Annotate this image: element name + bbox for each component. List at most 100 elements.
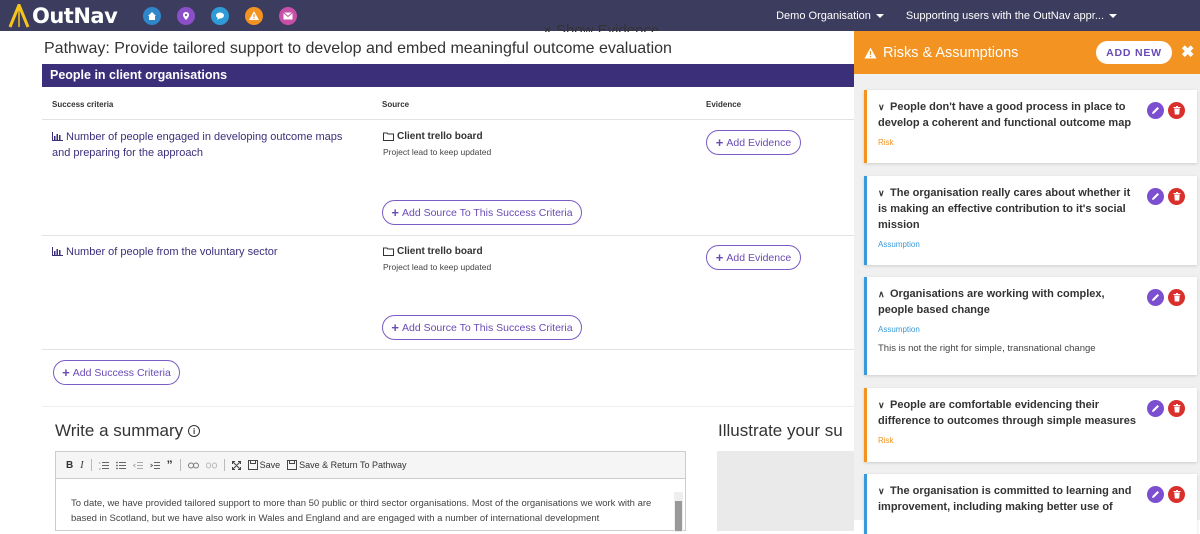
success-criteria-item[interactable]: Number of people engaged in developing o… xyxy=(52,129,362,161)
card-title-text: People are comfortable evidencing their … xyxy=(878,399,1136,427)
toolbar-divider xyxy=(90,459,92,471)
bold-button[interactable]: B xyxy=(66,460,73,471)
warning-icon[interactable] xyxy=(245,6,264,25)
card-title[interactable]: ∨ The organisation really cares about whe… xyxy=(878,185,1140,233)
divider xyxy=(42,235,854,236)
assumption-card[interactable]: ∧ Organisations are working with complex,… xyxy=(864,277,1197,375)
page-title: Pathway: Provide tailored support to dev… xyxy=(44,40,672,57)
mail-icon[interactable] xyxy=(279,6,298,25)
card-title[interactable]: ∧ Organisations are working with complex,… xyxy=(878,286,1140,318)
project-dropdown-label: Supporting users with the OutNav appr... xyxy=(905,9,1104,22)
column-header-criteria: Success criteria xyxy=(52,100,114,109)
summary-title: Write a summary i xyxy=(55,421,201,441)
chat-icon[interactable] xyxy=(211,6,230,25)
toolbar-divider xyxy=(179,459,181,471)
add-success-criteria-button[interactable]: + Add Success Criteria xyxy=(53,360,180,385)
chevron-down-icon: ∨ xyxy=(878,486,885,496)
summary-editor[interactable]: B I 12 ” Save Save & Return To Pathway T… xyxy=(55,451,686,532)
chevron-down-icon: ∨ xyxy=(878,400,885,410)
risk-card[interactable]: ∨ People are comfortable evidencing their… xyxy=(864,388,1197,462)
bullet-list-icon[interactable] xyxy=(115,461,126,470)
illustration-area[interactable] xyxy=(717,451,854,531)
source-name[interactable]: Client trello board xyxy=(383,131,483,142)
quote-icon[interactable]: ” xyxy=(167,458,173,472)
scrollbar-thumb[interactable] xyxy=(675,501,682,531)
source-name[interactable]: Client trello board xyxy=(383,246,483,257)
add-source-label: Add Source To This Success Criteria xyxy=(401,206,573,219)
delete-icon[interactable] xyxy=(1168,289,1185,306)
save-button[interactable]: Save xyxy=(247,460,281,470)
add-evidence-button[interactable]: + Add Evidence xyxy=(706,245,801,270)
add-evidence-label: Add Evidence xyxy=(726,251,792,264)
add-source-button[interactable]: + Add Source To This Success Criteria xyxy=(382,200,582,225)
outdent-icon[interactable] xyxy=(132,461,143,470)
unlink-icon[interactable] xyxy=(205,462,217,469)
editor-scrollbar[interactable] xyxy=(674,492,683,532)
source-name-text: Client trello board xyxy=(397,246,483,257)
assumption-card[interactable]: ∨ The organisation is committed to learni… xyxy=(864,474,1197,534)
edit-icon[interactable] xyxy=(1147,289,1164,306)
organisation-dropdown[interactable]: Demo Organisation xyxy=(776,10,884,22)
summary-text[interactable]: To date, we have provided tailored suppo… xyxy=(56,479,671,526)
source-note: Project lead to keep updated xyxy=(383,262,492,272)
assumption-card[interactable]: ∨ The organisation really cares about whe… xyxy=(864,176,1197,265)
risk-card[interactable]: ∨ People don't have a good process in pla… xyxy=(864,90,1197,163)
info-icon[interactable]: i xyxy=(188,425,201,437)
add-evidence-button[interactable]: + Add Evidence xyxy=(706,130,801,155)
italic-button[interactable]: I xyxy=(80,460,83,471)
card-description: This is not the right for simple, transn… xyxy=(878,343,1096,354)
outcome-table-header: People in client organisations xyxy=(42,64,854,87)
card-title[interactable]: ∨ People are comfortable evidencing their… xyxy=(878,397,1140,429)
home-icon[interactable] xyxy=(143,6,162,25)
card-title-text: Organisations are working with complex, … xyxy=(878,288,1105,316)
numbered-list-icon[interactable]: 12 xyxy=(99,461,109,470)
edit-icon[interactable] xyxy=(1147,486,1164,503)
svg-text:2: 2 xyxy=(99,467,101,470)
source-note: Project lead to keep updated xyxy=(383,147,492,157)
project-dropdown[interactable]: Supporting users with the OutNav appr... xyxy=(906,10,1117,22)
close-icon: × xyxy=(543,22,556,32)
column-header-source: Source xyxy=(382,100,410,109)
chevron-down-icon xyxy=(1109,13,1117,18)
outnav-logo[interactable]: OutNav xyxy=(8,3,118,28)
link-icon[interactable] xyxy=(187,462,199,469)
save-icon xyxy=(247,460,258,470)
card-type-badge: Assumption xyxy=(878,325,920,334)
divider xyxy=(42,119,854,120)
organisation-dropdown-label: Demo Organisation xyxy=(776,9,871,22)
divider xyxy=(42,349,854,350)
save-label: Save xyxy=(259,460,281,470)
card-type-badge: Risk xyxy=(878,436,894,445)
folder-icon xyxy=(383,247,394,256)
card-title[interactable]: ∨ People don't have a good process in pla… xyxy=(878,99,1140,131)
card-title[interactable]: ∨ The organisation is committed to learni… xyxy=(878,483,1140,515)
success-criteria-item[interactable]: Number of people from the voluntary sect… xyxy=(52,244,362,260)
edit-icon[interactable] xyxy=(1147,102,1164,119)
delete-icon[interactable] xyxy=(1168,486,1185,503)
save-return-button[interactable]: Save & Return To Pathway xyxy=(287,460,407,470)
fullscreen-icon[interactable] xyxy=(231,460,241,470)
card-title-text: The organisation really cares about whet… xyxy=(878,187,1131,231)
risks-assumptions-panel: Risks & Assumptions ADD NEW ✖ ∨ People do… xyxy=(854,31,1200,534)
delete-icon[interactable] xyxy=(1168,102,1185,119)
svg-text:1: 1 xyxy=(99,461,101,465)
save-return-label: Save & Return To Pathway xyxy=(299,460,407,470)
add-new-button[interactable]: ADD NEW xyxy=(1096,41,1172,64)
add-source-button[interactable]: + Add Source To This Success Criteria xyxy=(382,315,582,340)
bar-chart-icon xyxy=(52,247,63,256)
folder-icon xyxy=(383,132,394,141)
bar-chart-icon xyxy=(52,132,63,141)
logo-text: OutNav xyxy=(32,3,118,28)
delete-icon[interactable] xyxy=(1168,188,1185,205)
warning-icon xyxy=(864,47,877,58)
divider xyxy=(42,406,854,407)
location-icon[interactable] xyxy=(177,6,196,25)
indent-icon[interactable] xyxy=(149,461,160,470)
chevron-down-icon: ∨ xyxy=(878,188,885,198)
edit-icon[interactable] xyxy=(1147,400,1164,417)
close-icon[interactable]: ✖ xyxy=(1181,42,1194,62)
summary-title-text: Write a summary xyxy=(55,421,184,440)
delete-icon[interactable] xyxy=(1168,400,1185,417)
edit-icon[interactable] xyxy=(1147,188,1164,205)
show-evidence-toggle[interactable]: × Show Evidence xyxy=(543,21,659,32)
